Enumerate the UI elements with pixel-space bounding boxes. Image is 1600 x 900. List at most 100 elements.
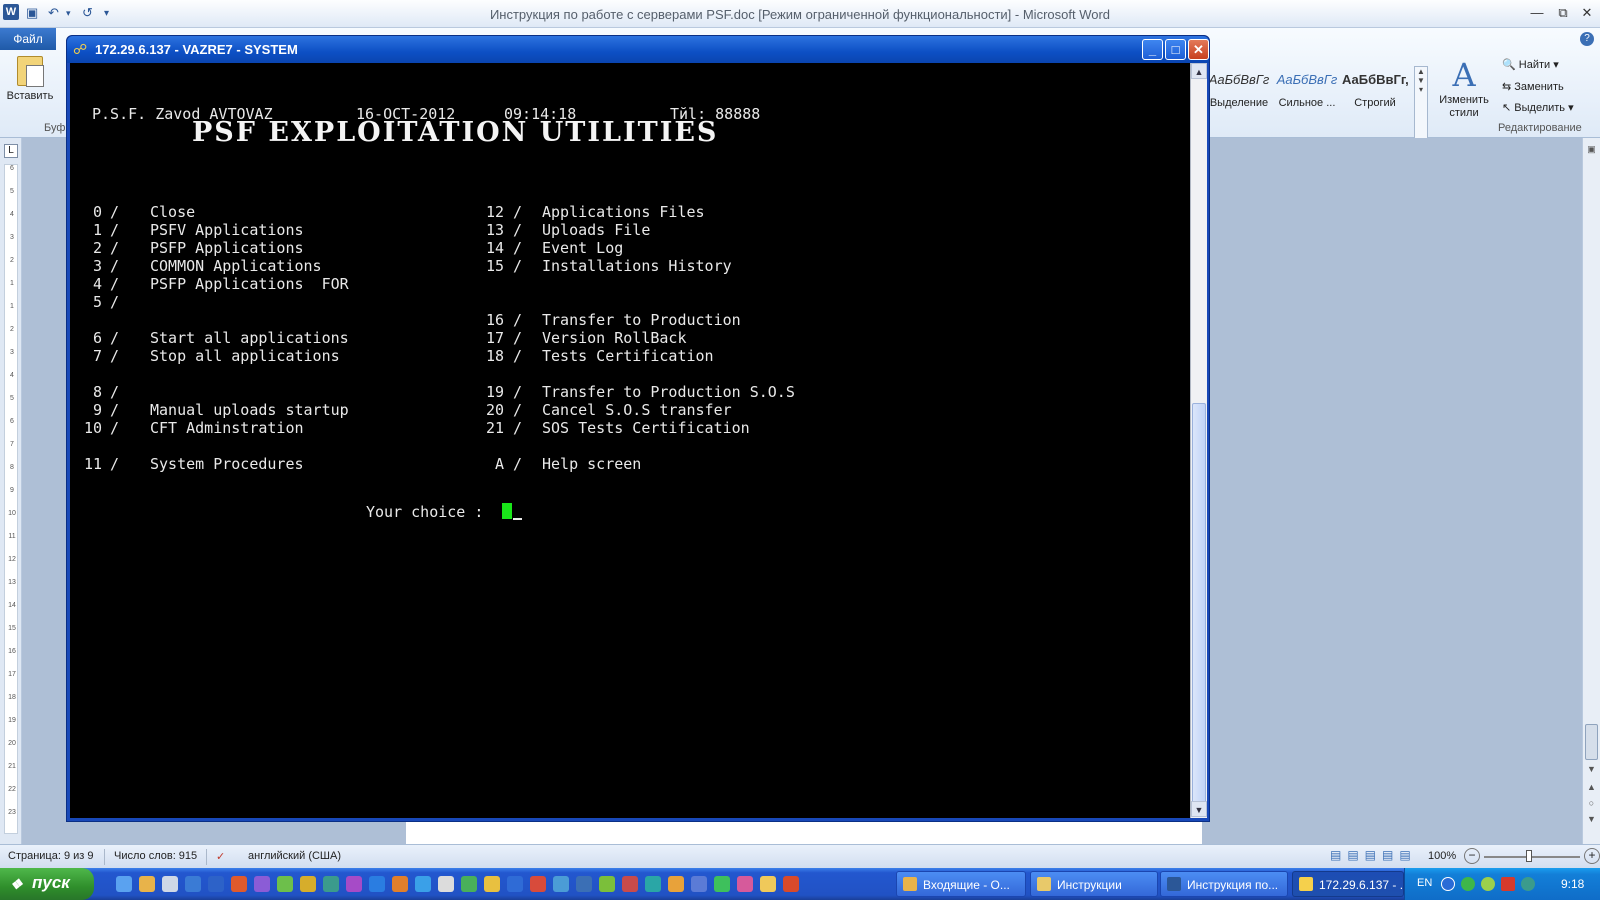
menu-option-10[interactable]: CFT Adminstration (150, 419, 304, 437)
quick-launch-icon[interactable] (369, 876, 385, 892)
menu-option-0[interactable]: Close (150, 203, 195, 221)
menu-option-19[interactable]: Transfer to Production S.O.S (542, 383, 795, 401)
word-count[interactable]: Число слов: 915 (114, 850, 197, 862)
menu-option-21[interactable]: SOS Tests Certification (542, 419, 750, 437)
quick-launch-icon[interactable] (323, 876, 339, 892)
quick-launch-icon[interactable] (783, 876, 799, 892)
zoom-out-button[interactable]: − (1464, 848, 1480, 864)
change-styles-button[interactable]: A Изменить стили (1432, 56, 1496, 140)
style-intense[interactable]: АаБбВвГг Сильное ... (1274, 66, 1340, 118)
menu-option-17[interactable]: Version RollBack (542, 329, 687, 347)
quick-launch-icon[interactable] (599, 876, 615, 892)
scroll-down-icon[interactable]: ▼ (1191, 801, 1207, 817)
menu-option-6[interactable]: Start all applications (150, 329, 349, 347)
update-icon[interactable] (1461, 877, 1475, 891)
view-buttons[interactable]: ▤▤▤▤▤ (1330, 848, 1417, 862)
terminal-scrollbar[interactable]: ▲ ▼ (1190, 63, 1207, 818)
file-tab[interactable]: Файл (0, 28, 56, 50)
menu-option-2[interactable]: PSFP Applications (150, 239, 304, 257)
select-button[interactable]: ↖ Выделить ▾ (1502, 101, 1574, 114)
scroll-up-icon[interactable]: ▲ (1191, 63, 1207, 79)
quick-launch-icon[interactable] (691, 876, 707, 892)
ruler-toggle-icon[interactable]: ▣ (1583, 144, 1600, 155)
language-indicator[interactable]: английский (США) (248, 850, 341, 862)
quick-launch-icon[interactable] (392, 876, 408, 892)
quick-launch-icon[interactable] (530, 876, 546, 892)
styles-gallery-scroll[interactable]: ▲ ▼ ▾ (1414, 66, 1428, 140)
menu-option-4[interactable]: PSFP Applications FOR (150, 275, 349, 293)
menu-option-15[interactable]: Installations History (542, 257, 732, 275)
browse-object-icon[interactable]: ○ (1583, 798, 1600, 808)
antivirus-icon[interactable] (1501, 877, 1515, 891)
task-button[interactable]: 172.29.6.137 - ... (1292, 871, 1404, 897)
scroll-down-icon[interactable]: ▼ (1583, 764, 1600, 774)
telnet-minimize-button[interactable]: _ (1142, 39, 1163, 60)
menu-option-3[interactable]: COMMON Applications (150, 257, 322, 275)
menu-option-16[interactable]: Transfer to Production (542, 311, 741, 329)
spellcheck-icon[interactable]: ✓ (216, 850, 225, 863)
quick-launch-icon[interactable] (208, 876, 224, 892)
task-button[interactable]: Входящие - О... (896, 871, 1026, 897)
telnet-app-icon[interactable]: ☍ (73, 41, 89, 57)
quick-launch-icon[interactable] (576, 876, 592, 892)
start-button[interactable]: ❖ пуск (0, 868, 94, 900)
network-icon[interactable] (1441, 877, 1455, 891)
zoom-in-button[interactable]: + (1584, 848, 1600, 864)
quick-launch-icon[interactable] (438, 876, 454, 892)
quick-launch-icon[interactable] (760, 876, 776, 892)
task-button[interactable]: Инструкция по... (1160, 871, 1288, 897)
help-icon[interactable]: ? (1580, 32, 1594, 46)
paste-button[interactable]: Вставить (4, 56, 56, 118)
menu-option-20[interactable]: Cancel S.O.S transfer (542, 401, 732, 419)
quick-launch-icon[interactable] (139, 876, 155, 892)
menu-option-a[interactable]: Help screen (542, 455, 641, 473)
word-minimize-button[interactable]: — (1524, 4, 1550, 22)
word-vertical-scrollbar[interactable]: ▣ ▼ ▲ ○ ▼ (1582, 138, 1600, 844)
quick-launch-icon[interactable] (277, 876, 293, 892)
telnet-maximize-button[interactable]: □ (1165, 39, 1186, 60)
zoom-level[interactable]: 100% (1428, 850, 1456, 862)
quick-launch-icon[interactable] (231, 876, 247, 892)
style-strong[interactable]: АаБбВвГг, Строгий (1342, 66, 1409, 118)
volume-icon[interactable] (1521, 877, 1535, 891)
quick-launch-icon[interactable] (645, 876, 661, 892)
quick-launch-icon[interactable] (622, 876, 638, 892)
quick-launch-icon[interactable] (737, 876, 753, 892)
language-indicator[interactable]: EN (1417, 877, 1432, 889)
word-close-button[interactable]: ✕ (1574, 4, 1600, 22)
prev-page-icon[interactable]: ▲ (1583, 782, 1600, 792)
menu-option-14[interactable]: Event Log (542, 239, 623, 257)
quick-launch-icon[interactable] (461, 876, 477, 892)
menu-option-1[interactable]: PSFV Applications (150, 221, 304, 239)
find-button[interactable]: 🔍 Найти ▾ (1502, 58, 1559, 71)
word-scroll-thumb[interactable] (1585, 724, 1598, 760)
quick-launch-icon[interactable] (162, 876, 178, 892)
security-icon[interactable] (1481, 877, 1495, 891)
tab-selector[interactable]: L (4, 144, 18, 158)
next-page-icon[interactable]: ▼ (1583, 814, 1600, 824)
telnet-window[interactable]: ☍ 172.29.6.137 - VAZRE7 - SYSTEM _ □ ✕ P… (66, 35, 1210, 822)
zoom-slider-thumb[interactable] (1526, 850, 1532, 862)
task-button[interactable]: Инструкции (1030, 871, 1158, 897)
quick-launch-icon[interactable] (553, 876, 569, 892)
quick-launch-icon[interactable] (254, 876, 270, 892)
menu-option-7[interactable]: Stop all applications (150, 347, 340, 365)
telnet-titlebar[interactable]: ☍ 172.29.6.137 - VAZRE7 - SYSTEM _ □ ✕ (67, 36, 1209, 63)
quick-launch-icon[interactable] (714, 876, 730, 892)
menu-option-18[interactable]: Tests Certification (542, 347, 714, 365)
quick-launch-icon[interactable] (668, 876, 684, 892)
terminal-screen[interactable]: P.S.F. Zavod AVTOVAZ 16-OCT-2012 09:14:1… (70, 63, 1190, 818)
menu-option-13[interactable]: Uploads File (542, 221, 650, 239)
word-maximize-button[interactable]: ⧉ (1550, 4, 1576, 22)
quick-launch-icon[interactable] (185, 876, 201, 892)
quick-launch-icon[interactable] (507, 876, 523, 892)
style-emphasis[interactable]: АаБбВвГг Выделение (1206, 66, 1272, 118)
menu-option-9[interactable]: Manual uploads startup (150, 401, 349, 419)
menu-option-12[interactable]: Applications Files (542, 203, 705, 221)
quick-launch-icon[interactable] (346, 876, 362, 892)
quick-launch-icon[interactable] (484, 876, 500, 892)
clock[interactable]: 9:18 (1561, 877, 1584, 891)
page-indicator[interactable]: Страница: 9 из 9 (8, 850, 94, 862)
terminal-scroll-thumb[interactable] (1192, 403, 1206, 815)
telnet-close-button[interactable]: ✕ (1188, 39, 1209, 60)
